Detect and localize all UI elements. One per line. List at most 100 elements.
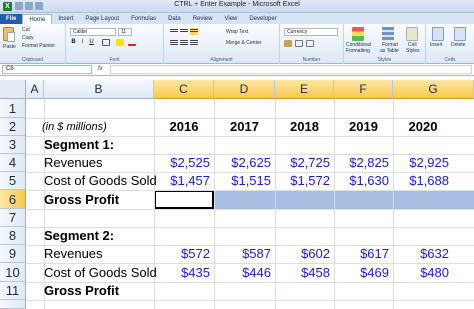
insert-function-icon[interactable]: fx <box>98 65 103 74</box>
cell-g10[interactable]: $480 <box>393 265 449 280</box>
cell-d4[interactable]: $2,625 <box>214 155 271 170</box>
currency-icon[interactable] <box>284 40 292 47</box>
cell-g4[interactable]: $2,925 <box>393 155 449 170</box>
tab-data[interactable]: Data <box>162 14 187 24</box>
align-top-icon[interactable] <box>170 28 178 35</box>
name-box[interactable]: C6 <box>2 65 92 74</box>
cell-g9[interactable]: $632 <box>393 246 449 261</box>
cell-b8[interactable]: Segment 2: <box>44 228 114 243</box>
cell-g5[interactable]: $1,688 <box>393 173 449 188</box>
conditional-formatting-icon[interactable] <box>352 27 364 41</box>
column-header-c[interactable]: C <box>154 80 214 99</box>
tab-home[interactable]: Home <box>22 14 53 24</box>
align-bottom-icon[interactable] <box>190 28 198 35</box>
tab-page-layout[interactable]: Page Layout <box>79 14 125 24</box>
wrap-text-button[interactable]: Wrap Text <box>226 29 248 35</box>
insert-cells-icon[interactable] <box>432 27 444 41</box>
row-header-6[interactable]: 6 <box>0 190 26 209</box>
cell-b4[interactable]: Revenues <box>44 155 103 170</box>
font-size-select[interactable]: 11 <box>118 28 132 36</box>
cell-b2[interactable]: (in $ millions) <box>42 121 107 133</box>
cell-f5[interactable]: $1,630 <box>334 173 389 188</box>
row-header-3[interactable]: 3 <box>0 136 26 154</box>
cell-f10[interactable]: $469 <box>334 265 389 280</box>
cell-c9[interactable]: $572 <box>154 246 210 261</box>
cell-b3[interactable]: Segment 1: <box>44 137 114 152</box>
row-header-12[interactable] <box>0 300 26 309</box>
tab-file[interactable]: File <box>0 14 23 24</box>
cell-c2[interactable]: 2016 <box>154 119 214 134</box>
cell-b10[interactable]: Cost of Goods Sold <box>44 265 157 280</box>
column-header-b[interactable]: B <box>44 80 154 99</box>
cell-c10[interactable]: $435 <box>154 265 210 280</box>
comma-style-icon[interactable] <box>306 40 314 47</box>
row-header-1[interactable]: 1 <box>0 99 26 118</box>
tab-developer[interactable]: Developer <box>243 14 282 24</box>
font-name-select[interactable]: Calibri <box>70 28 116 36</box>
cell-c4[interactable]: $2,525 <box>154 155 210 170</box>
align-center-icon[interactable] <box>180 39 188 46</box>
tab-review[interactable]: Review <box>187 14 219 24</box>
cell-e2[interactable]: 2018 <box>275 119 334 134</box>
cell-b11[interactable]: Gross Profit <box>44 283 119 298</box>
align-right-icon[interactable] <box>190 39 198 46</box>
row-header-11[interactable]: 11 <box>0 282 26 300</box>
row-header-2[interactable]: 2 <box>0 118 26 136</box>
cell-styles-icon[interactable] <box>406 27 418 41</box>
fill-color-icon[interactable] <box>116 39 124 46</box>
borders-icon[interactable] <box>102 39 110 46</box>
formula-input[interactable] <box>110 65 472 74</box>
row-header-4[interactable]: 4 <box>0 154 26 172</box>
cell-d5[interactable]: $1,515 <box>214 173 271 188</box>
row-header-8[interactable]: 8 <box>0 227 26 245</box>
cell-f9[interactable]: $617 <box>334 246 389 261</box>
row-header-9[interactable]: 9 <box>0 245 26 263</box>
number-format-select[interactable]: Currency <box>284 28 338 36</box>
cell-f4[interactable]: $2,825 <box>334 155 389 170</box>
cell-b6[interactable]: Gross Profit <box>44 192 119 207</box>
italic-button[interactable]: I <box>79 39 86 46</box>
format-painter-button[interactable]: Format Painter <box>22 43 55 49</box>
cell-d2[interactable]: 2017 <box>214 119 275 134</box>
merge-center-button[interactable]: Merge & Center <box>226 40 261 46</box>
cell-f2[interactable]: 2019 <box>334 119 393 134</box>
cell-d9[interactable]: $587 <box>214 246 271 261</box>
underline-button[interactable]: U <box>88 39 95 46</box>
select-all-corner[interactable] <box>0 80 26 99</box>
font-color-icon[interactable] <box>128 39 136 46</box>
tab-insert[interactable]: Insert <box>52 14 79 24</box>
column-header-e[interactable]: E <box>275 80 334 99</box>
cell-c5[interactable]: $1,457 <box>154 173 210 188</box>
cell-g2[interactable]: 2020 <box>393 119 453 134</box>
cell-e9[interactable]: $602 <box>275 246 330 261</box>
paste-button[interactable]: Paste <box>3 44 16 50</box>
copy-button[interactable]: Copy <box>22 35 34 41</box>
cell-b9[interactable]: Revenues <box>44 246 103 261</box>
format-as-table-icon[interactable] <box>382 27 394 41</box>
column-header-g[interactable]: G <box>393 80 474 99</box>
cell-e4[interactable]: $2,725 <box>275 155 330 170</box>
gridline <box>26 190 474 191</box>
column-header-a[interactable]: A <box>26 80 44 99</box>
column-header-d[interactable]: D <box>214 80 275 99</box>
delete-cells-button[interactable]: Delete <box>451 42 465 48</box>
cell-d10[interactable]: $446 <box>214 265 271 280</box>
active-cell-c6[interactable] <box>154 190 214 209</box>
paste-icon[interactable] <box>3 27 15 42</box>
insert-cells-button[interactable]: Insert <box>430 42 443 48</box>
align-left-icon[interactable] <box>170 39 178 46</box>
cell-e10[interactable]: $458 <box>275 265 330 280</box>
align-middle-icon[interactable] <box>180 28 188 35</box>
bold-button[interactable]: B <box>70 39 77 46</box>
column-header-f[interactable]: F <box>334 80 393 99</box>
cell-e5[interactable]: $1,572 <box>275 173 330 188</box>
percent-icon[interactable] <box>295 40 303 47</box>
row-header-10[interactable]: 10 <box>0 263 26 282</box>
delete-cells-icon[interactable] <box>454 27 466 41</box>
tab-formulas[interactable]: Formulas <box>125 14 162 24</box>
tab-view[interactable]: View <box>218 14 243 24</box>
row-header-7[interactable]: 7 <box>0 209 26 227</box>
row-header-5[interactable]: 5 <box>0 172 26 190</box>
cut-button[interactable]: Cut <box>22 27 30 33</box>
cell-b5[interactable]: Cost of Goods Sold <box>44 173 157 188</box>
